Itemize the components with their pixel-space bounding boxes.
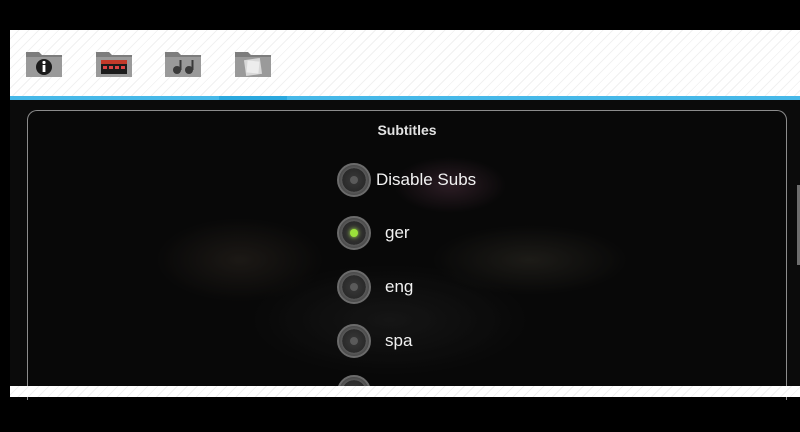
folder-subtitles-icon <box>235 52 271 77</box>
option-partial[interactable] <box>337 375 371 386</box>
option-spa[interactable]: spa <box>337 321 412 361</box>
radio-button-selected[interactable] <box>337 216 371 250</box>
option-disable-subs[interactable]: Disable Subs <box>337 160 476 200</box>
option-ger[interactable]: ger <box>337 213 410 253</box>
radio-button[interactable] <box>337 270 371 304</box>
option-label: ger <box>385 223 410 242</box>
tab-video[interactable] <box>80 30 148 96</box>
dialog-title: Subtitles <box>377 122 437 138</box>
option-label: Disable Subs <box>376 170 477 189</box>
radio-dot <box>350 337 358 345</box>
tab-audio[interactable] <box>149 30 217 96</box>
radio-dot <box>350 283 358 291</box>
tab-info[interactable] <box>10 30 78 96</box>
radio-button[interactable] <box>337 324 371 358</box>
radio-dot <box>350 229 358 237</box>
tab-subtitles[interactable] <box>219 30 287 103</box>
radio-dot <box>350 176 358 184</box>
screen: Subtitles Disable Subs ger eng spa <box>0 0 800 432</box>
folder-audio-icon <box>165 52 201 77</box>
option-eng[interactable]: eng <box>337 267 413 307</box>
folder-info-icon <box>26 52 62 77</box>
folder-video-icon <box>96 52 132 77</box>
radio-button[interactable] <box>337 375 371 386</box>
option-label: eng <box>385 277 414 296</box>
bottom-bar <box>10 386 800 397</box>
option-label: spa <box>385 331 413 350</box>
radio-button[interactable] <box>337 163 371 197</box>
